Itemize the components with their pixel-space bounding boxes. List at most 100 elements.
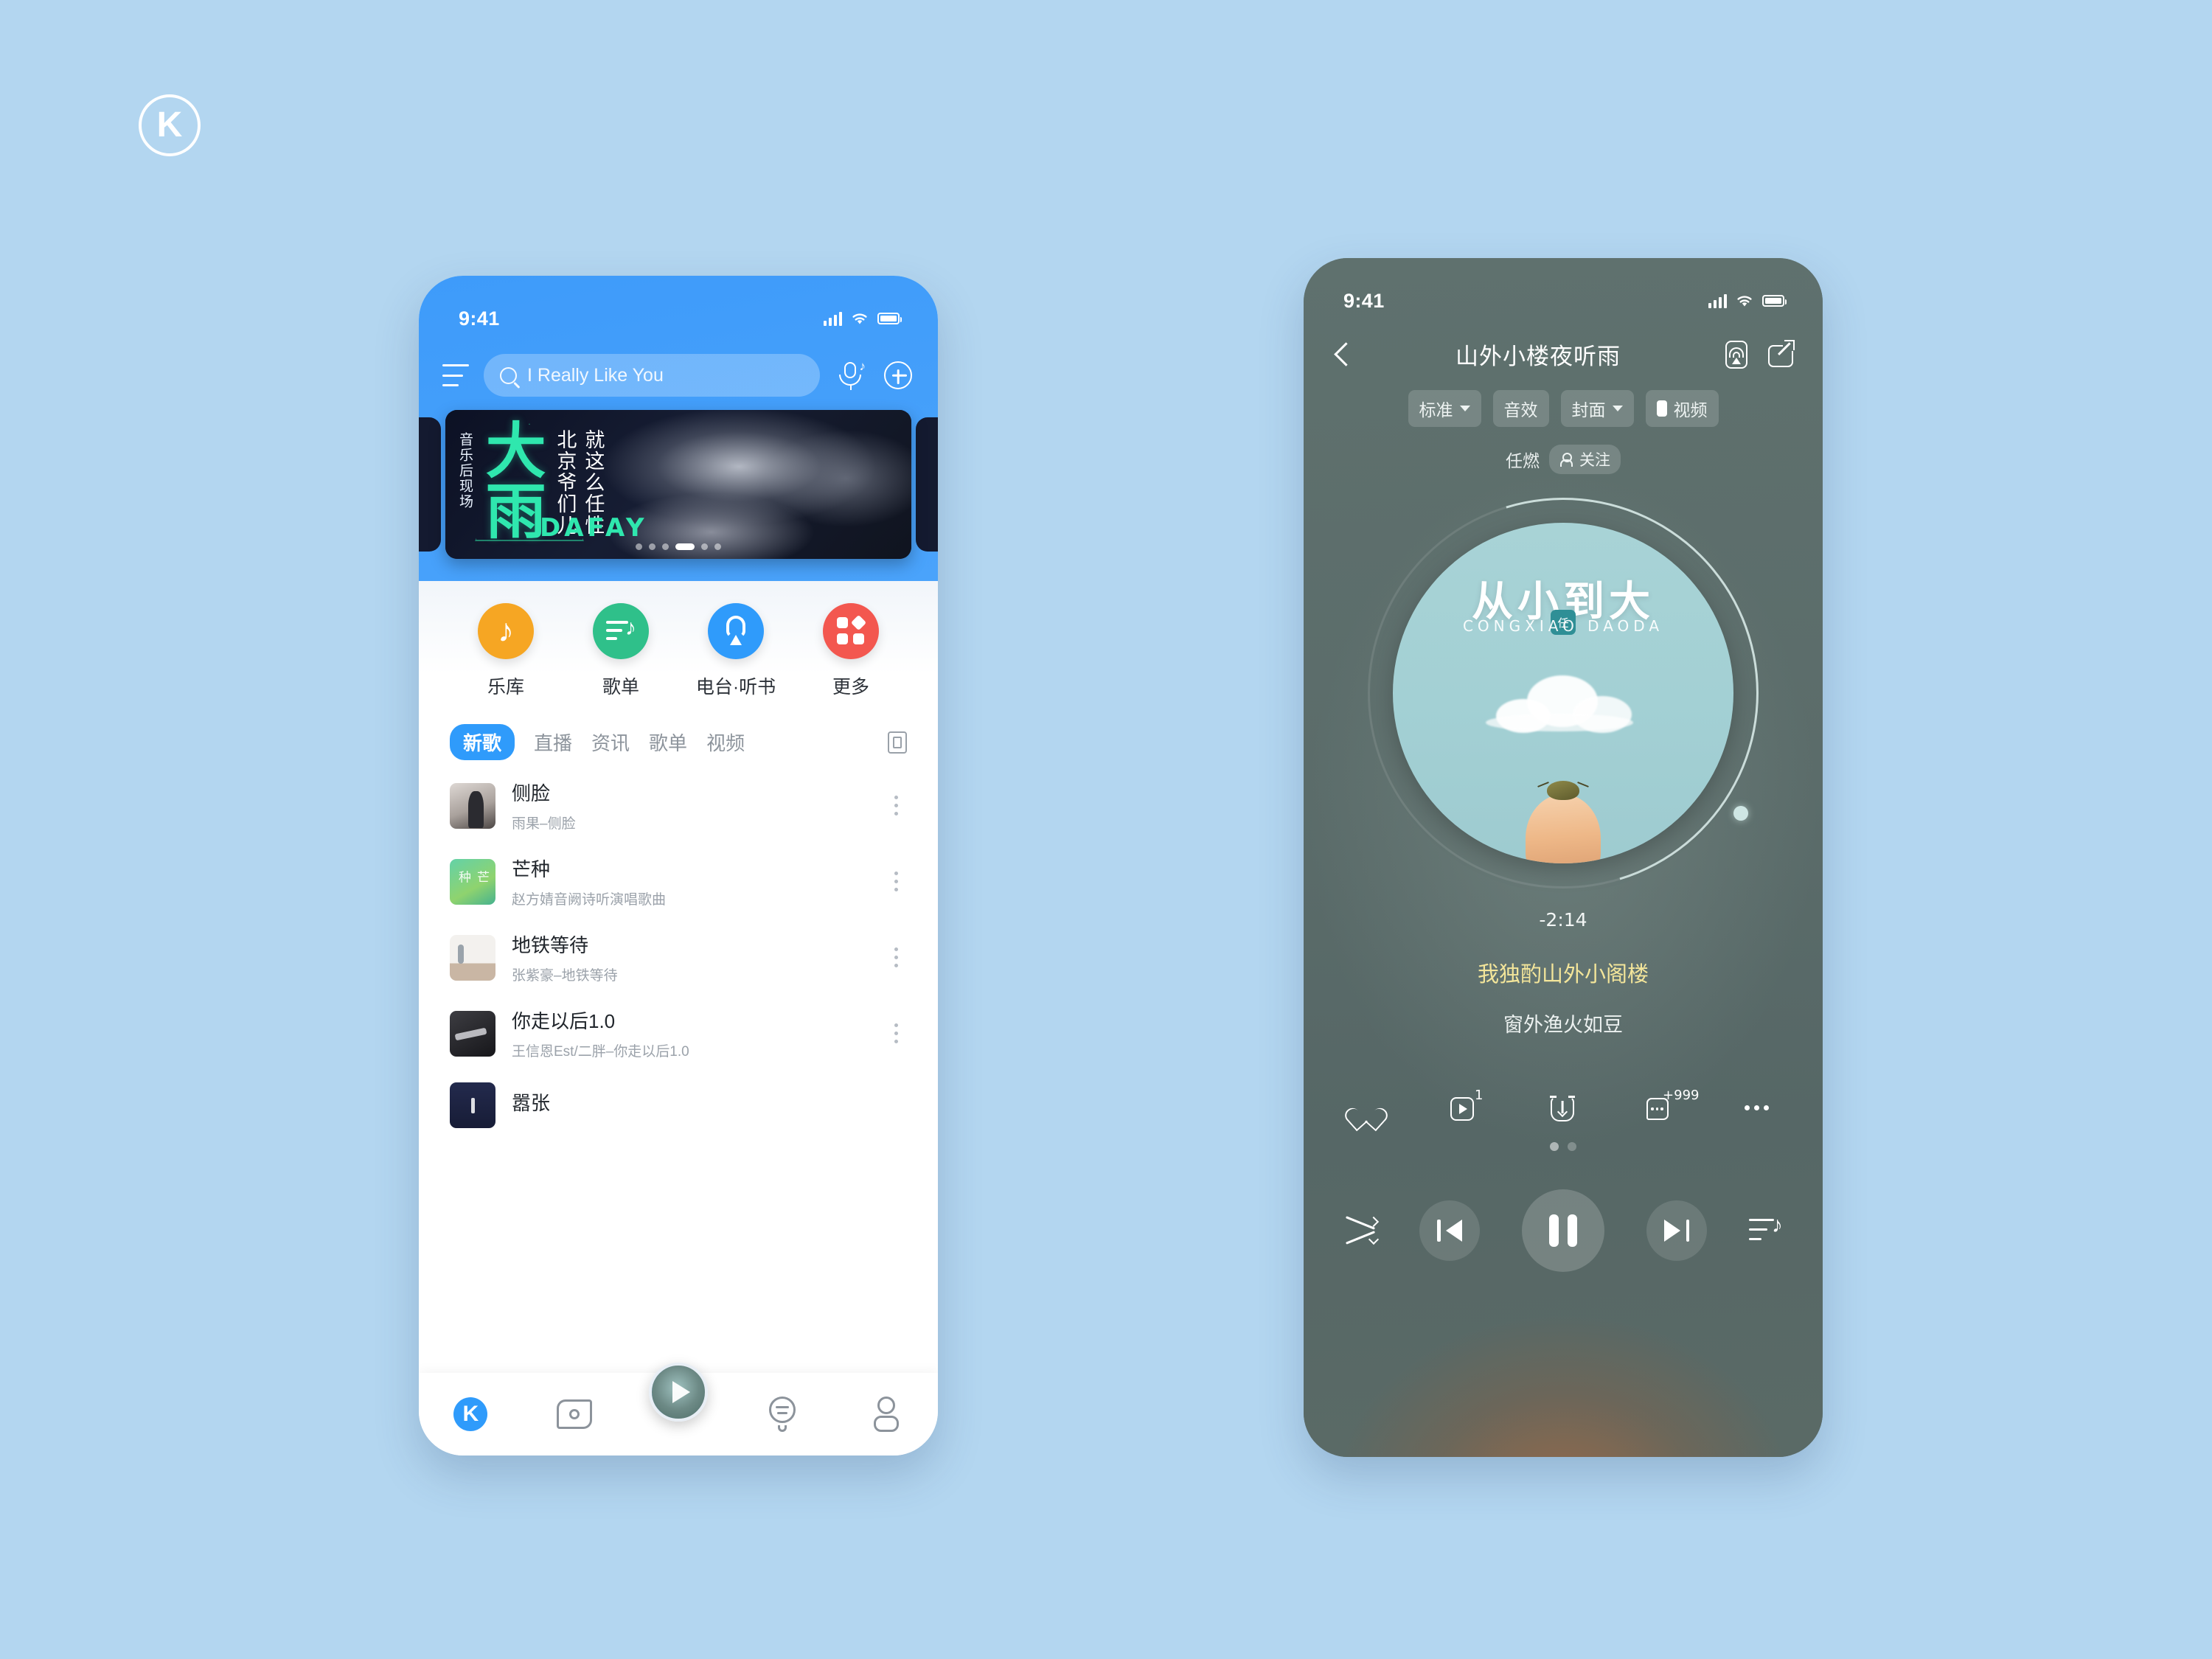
list-item[interactable]: 嚣张 <box>450 1071 907 1139</box>
shuffle-icon[interactable] <box>1343 1216 1380 1245</box>
artist-row: 任燃 关注 <box>1304 445 1823 474</box>
player-top-bar: 山外小楼夜听雨 <box>1304 326 1823 371</box>
pause-icon[interactable] <box>1522 1189 1604 1272</box>
chevron-left-icon[interactable] <box>1330 338 1355 371</box>
next-track-icon[interactable] <box>1646 1200 1707 1261</box>
song-more-icon[interactable] <box>885 947 907 967</box>
tab-playlists[interactable]: 歌单 <box>649 728 687 756</box>
progress-knob[interactable] <box>1733 806 1748 821</box>
search-input[interactable]: I Really Like You <box>484 354 820 397</box>
sidebar-item-discover[interactable] <box>730 1397 834 1432</box>
banner-subtitle: 音乐后现场 <box>456 432 473 509</box>
list-item[interactable]: 你走以后1.0 王信恩Est/二胖–你走以后1.0 <box>450 995 907 1071</box>
song-meta: 侧脸 雨果–侧脸 <box>512 779 869 832</box>
category-item-music-library[interactable]: ♪ 乐库 <box>448 603 563 699</box>
voice-search-icon[interactable]: ♪ <box>835 359 867 392</box>
radio-icon <box>708 603 764 659</box>
list-item[interactable]: 芒种 赵方婧音阙诗听演唱歌曲 <box>450 844 907 919</box>
song-meta: 嚣张 <box>512 1088 907 1122</box>
plus-circle-icon[interactable] <box>882 359 914 392</box>
brand-logo-letter: K <box>156 105 183 145</box>
category-item-more[interactable]: 更多 <box>793 603 908 699</box>
follow-button[interactable]: 关注 <box>1549 445 1621 474</box>
album-cover-image: 从小到大 任 CONGXIAO DAODA <box>1393 523 1733 863</box>
brand-logo: K <box>139 94 201 156</box>
tab-live[interactable]: 直播 <box>534 728 572 756</box>
song-subtitle: 赵方婧音阙诗听演唱歌曲 <box>512 892 667 908</box>
banner-slide-active[interactable]: 音乐后现场 大雨 北京爷们儿 就这么任性 DAFAY <box>445 410 911 559</box>
song-more-icon[interactable] <box>885 796 907 815</box>
list-item[interactable]: 侧脸 雨果–侧脸 <box>450 768 907 844</box>
playlist-queue-icon[interactable]: ♪ <box>1749 1214 1783 1245</box>
category-label: 歌单 <box>602 677 639 698</box>
more-dots-icon[interactable] <box>1743 1092 1777 1126</box>
beetle-graphic <box>1547 781 1579 800</box>
banner-carousel[interactable]: 音乐后现场 大雨 北京爷们儿 就这么任性 DAFAY <box>419 404 938 565</box>
category-item-playlist[interactable]: ♪ 歌单 <box>563 603 678 699</box>
banner-headline: 大雨 <box>476 419 544 540</box>
cover-chip-label: 封面 <box>1571 400 1606 420</box>
follow-button-label: 关注 <box>1579 452 1610 469</box>
mini-player-play-icon[interactable] <box>649 1363 708 1422</box>
mv-badge: 1 <box>1475 1088 1484 1103</box>
status-indicators <box>823 311 902 326</box>
heart-icon[interactable] <box>1349 1092 1383 1126</box>
cover-chip[interactable]: 封面 <box>1560 390 1634 427</box>
sidebar-item-profile[interactable] <box>834 1397 938 1432</box>
album-art-thumbnail <box>450 1082 495 1128</box>
song-subtitle: 张紫豪–地铁等待 <box>512 968 618 984</box>
search-icon <box>500 366 517 384</box>
user-icon <box>872 1397 900 1432</box>
song-more-icon[interactable] <box>885 872 907 891</box>
tab-news[interactable]: 资讯 <box>591 728 630 756</box>
lyric-next: 窗外渔火如豆 <box>1503 1014 1623 1036</box>
banner-slide-next[interactable] <box>916 417 938 552</box>
album-disc[interactable]: 从小到大 任 CONGXIAO DAODA <box>1304 428 1823 958</box>
song-meta: 芒种 赵方婧音阙诗听演唱歌曲 <box>512 855 869 908</box>
song-meta: 地铁等待 张紫豪–地铁等待 <box>512 931 869 984</box>
hamburger-menu-icon[interactable] <box>442 364 469 386</box>
status-time: 9:41 <box>459 307 500 330</box>
mv-play-icon[interactable]: 1 <box>1448 1088 1484 1126</box>
search-placeholder: I Really Like You <box>527 364 664 386</box>
tab-videos[interactable]: 视频 <box>706 728 745 756</box>
sound-effect-chip-label: 音效 <box>1503 400 1538 420</box>
home-search-row: I Really Like You ♪ <box>419 344 938 401</box>
quality-chip[interactable]: 标准 <box>1408 390 1481 427</box>
status-indicators <box>1708 293 1787 308</box>
category-item-radio[interactable]: 电台·听书 <box>678 603 793 699</box>
song-meta: 你走以后1.0 王信恩Est/二胖–你走以后1.0 <box>512 1006 869 1060</box>
song-subtitle: 雨果–侧脸 <box>512 816 576 832</box>
carousel-indicators[interactable] <box>445 543 911 550</box>
sidebar-item-video[interactable] <box>523 1399 627 1429</box>
video-chip[interactable]: 视频 <box>1645 390 1719 427</box>
song-more-icon[interactable] <box>885 1023 907 1043</box>
comment-icon[interactable]: +999 <box>1645 1088 1700 1126</box>
sound-effect-chip[interactable]: 音效 <box>1492 390 1549 427</box>
download-icon[interactable] <box>1546 1092 1580 1126</box>
category-label: 更多 <box>832 677 869 698</box>
page-indicator[interactable] <box>1304 1142 1823 1151</box>
album-art-thumbnail <box>450 782 495 829</box>
banner-latin-title: DAFAY <box>540 513 648 543</box>
grid-more-icon <box>823 603 879 659</box>
sidebar-item-home[interactable]: K <box>419 1397 523 1431</box>
artist-name[interactable]: 任燃 <box>1506 447 1540 472</box>
chevron-down-icon <box>1612 406 1623 411</box>
player-transport: ♪ <box>1304 1189 1823 1272</box>
home-header: 9:41 I Really Like You ♪ 音乐后现场 大雨 北京爷们儿 … <box>419 276 938 581</box>
category-label: 电台·听书 <box>695 677 776 698</box>
cast-icon[interactable] <box>1721 339 1752 370</box>
wifi-icon <box>852 313 867 324</box>
song-list: 侧脸 雨果–侧脸 芒种 赵方婧音阙诗听演唱歌曲 地铁等待 张紫豪–地铁等待 <box>419 768 938 1139</box>
tab-new-songs[interactable]: 新歌 <box>450 724 515 760</box>
banner-slide-prev[interactable] <box>419 417 441 552</box>
playlist-icon: ♪ <box>593 603 649 659</box>
album-art-thumbnail <box>450 1010 495 1057</box>
list-item[interactable]: 地铁等待 张紫豪–地铁等待 <box>450 919 907 995</box>
multi-window-icon[interactable] <box>888 731 907 754</box>
lyric-current: 我独酌山外小阁楼 <box>1477 963 1649 987</box>
chevron-down-icon <box>1459 406 1470 411</box>
previous-track-icon[interactable] <box>1419 1200 1480 1261</box>
share-external-icon[interactable] <box>1765 339 1796 370</box>
